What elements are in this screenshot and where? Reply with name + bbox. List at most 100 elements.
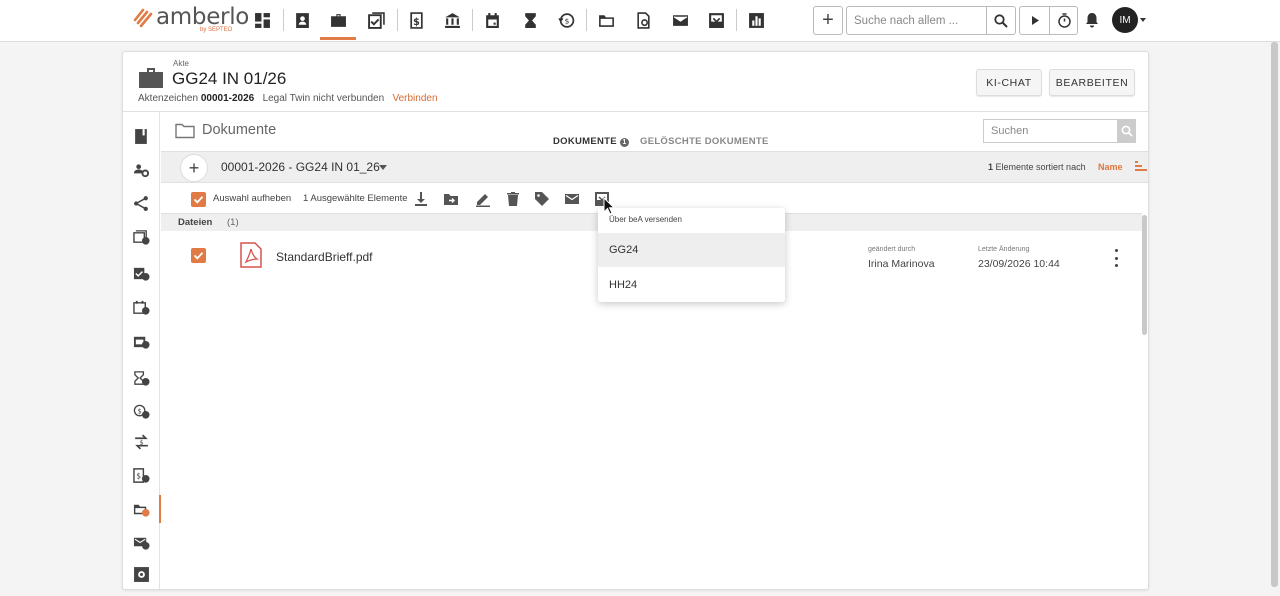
top-navbar: amberlo by SEPTEO $ $ + Suche nach allem… [0, 0, 1280, 42]
last-change-label: Letzte Änderung [978, 246, 1030, 253]
documents-title: Dokumente [202, 122, 277, 138]
svg-text:$: $ [139, 438, 143, 446]
tab-deleted-documents[interactable]: GELÖSCHTE DOKUMENTE [640, 136, 769, 147]
play-button[interactable] [1020, 7, 1049, 34]
documents-panel: Dokumente DOKUMENTE 1 GELÖSCHTE DOKUMENTE… [161, 112, 1148, 589]
global-search-input[interactable] [847, 7, 987, 34]
folder-icon[interactable] [588, 0, 624, 40]
overview-icon[interactable] [123, 122, 160, 150]
notifications-bell-icon[interactable] [1083, 11, 1101, 29]
dashboard-icon[interactable] [244, 0, 280, 40]
file-name[interactable]: StandardBrieff.pdf [276, 250, 373, 264]
hourglass-icon[interactable] [512, 0, 548, 40]
path-bar: + 00001-2026 - GG24 IN 01_26 1 Elemente … [161, 151, 1148, 183]
calendar-icon[interactable] [474, 0, 510, 40]
matter-type-label: Akte [173, 59, 190, 68]
more-options-icon[interactable] [1111, 249, 1121, 267]
svg-text:$: $ [413, 16, 420, 27]
nav-separator [736, 9, 737, 31]
user-avatar[interactable]: IM [1112, 7, 1138, 33]
settings-icon[interactable] [123, 560, 160, 588]
briefcase-icon [139, 68, 163, 88]
legal-twin-status: Legal Twin nicht verbunden [262, 93, 385, 104]
timer-controls [1019, 6, 1078, 35]
sort-text: Elemente sortiert nach [995, 162, 1086, 172]
email-icon[interactable] [562, 189, 582, 209]
deselect-label[interactable]: Auswahl aufheben [213, 193, 291, 204]
share-icon[interactable] [123, 189, 160, 217]
folder-active-icon[interactable] [123, 495, 161, 523]
global-search [846, 6, 1016, 35]
ki-chat-button[interactable]: KI-CHAT [976, 69, 1042, 96]
matter-title: GG24 IN 01/26 [172, 69, 287, 88]
bea-send-menu: Über beA versenden GG24 HH24 [598, 208, 785, 302]
inbox-icon[interactable] [698, 0, 734, 40]
folder-outline-icon [175, 123, 195, 139]
time-history-icon[interactable]: $ [548, 0, 584, 40]
tag-icon[interactable] [532, 189, 552, 209]
documents-count-icon[interactable] [123, 223, 160, 251]
page-scrollbar[interactable] [1271, 42, 1278, 587]
tab-documents[interactable]: DOKUMENTE 1 [553, 136, 629, 147]
svg-text:$: $ [564, 16, 569, 25]
last-change-value: 23/09/2026 10:44 [978, 258, 1060, 270]
contacts-icon[interactable] [284, 0, 320, 40]
sort-field-dropdown[interactable]: Name [1098, 162, 1123, 172]
edit-button[interactable]: BEARBEITEN [1049, 69, 1135, 96]
svg-text:$: $ [136, 471, 141, 480]
tasks-icon[interactable] [358, 0, 394, 40]
transfers-icon[interactable]: $ [123, 428, 160, 456]
documents-search-icon[interactable] [625, 0, 661, 40]
changed-by-label: geändert durch [868, 246, 916, 253]
selected-count-label: 1 Ausgewählte Elemente [303, 193, 408, 204]
bea-menu-item-gg24[interactable]: GG24 [598, 233, 785, 267]
calendar-count-icon[interactable] [123, 293, 160, 321]
time-count-icon[interactable] [123, 364, 160, 392]
documents-search-button[interactable] [1117, 119, 1136, 143]
reference-value: 00001-2026 [200, 93, 255, 104]
stopwatch-icon [1057, 13, 1071, 28]
file-checkbox[interactable] [191, 248, 206, 263]
delete-icon[interactable] [503, 189, 523, 209]
documents-scrollbar[interactable] [1142, 215, 1147, 335]
briefcase-icon[interactable] [320, 0, 356, 40]
stopwatch-button[interactable] [1049, 7, 1078, 34]
invoices-icon[interactable]: $ [123, 461, 160, 489]
changed-by-value: Irina Marinova [868, 258, 935, 270]
tasks-count-icon[interactable] [123, 259, 160, 287]
svg-text:$: $ [138, 407, 142, 415]
nav-separator [586, 9, 587, 31]
bea-menu-item-hh24[interactable]: HH24 [598, 268, 785, 302]
edit-pencil-icon[interactable] [473, 189, 493, 209]
chevron-down-icon[interactable] [379, 165, 387, 170]
bea-menu-header: Über beA versenden [609, 215, 682, 224]
connect-link[interactable]: Verbinden [392, 93, 437, 104]
folder-path[interactable]: 00001-2026 - GG24 IN 01_26 [221, 160, 380, 174]
search-icon [994, 13, 1008, 28]
logo-subtext: by SEPTEO [200, 27, 233, 33]
quick-add-button[interactable]: + [813, 6, 843, 35]
reports-icon[interactable] [738, 0, 774, 40]
participants-icon[interactable] [123, 156, 160, 184]
matter-sidebar: $ $ $ [123, 112, 161, 589]
search-button[interactable] [986, 7, 1015, 34]
download-icon[interactable] [411, 189, 431, 209]
billing-icon[interactable]: $ [398, 0, 434, 40]
mail-count-icon[interactable] [123, 528, 160, 556]
appointments-count-icon[interactable] [123, 327, 160, 355]
matter-card: Akte GG24 IN 01/26 Aktenzeichen 00001-20… [122, 51, 1149, 590]
chevron-down-icon[interactable] [1140, 18, 1146, 22]
documents-search-input[interactable] [984, 120, 1116, 142]
logo-mark-icon [133, 8, 153, 28]
documents-search [983, 119, 1136, 143]
mail-icon[interactable] [662, 0, 698, 40]
court-icon[interactable] [434, 0, 470, 40]
add-document-button[interactable]: + [180, 154, 208, 182]
move-to-folder-icon[interactable] [441, 189, 461, 209]
deselect-checkbox[interactable] [191, 192, 206, 207]
matter-header: Akte GG24 IN 01/26 Aktenzeichen 00001-20… [123, 52, 1148, 112]
billing-history-icon[interactable]: $ [123, 397, 160, 425]
files-section-label: Dateien [178, 217, 213, 228]
sort-direction-icon[interactable] [1135, 161, 1147, 171]
tab-documents-badge: 1 [619, 138, 629, 147]
